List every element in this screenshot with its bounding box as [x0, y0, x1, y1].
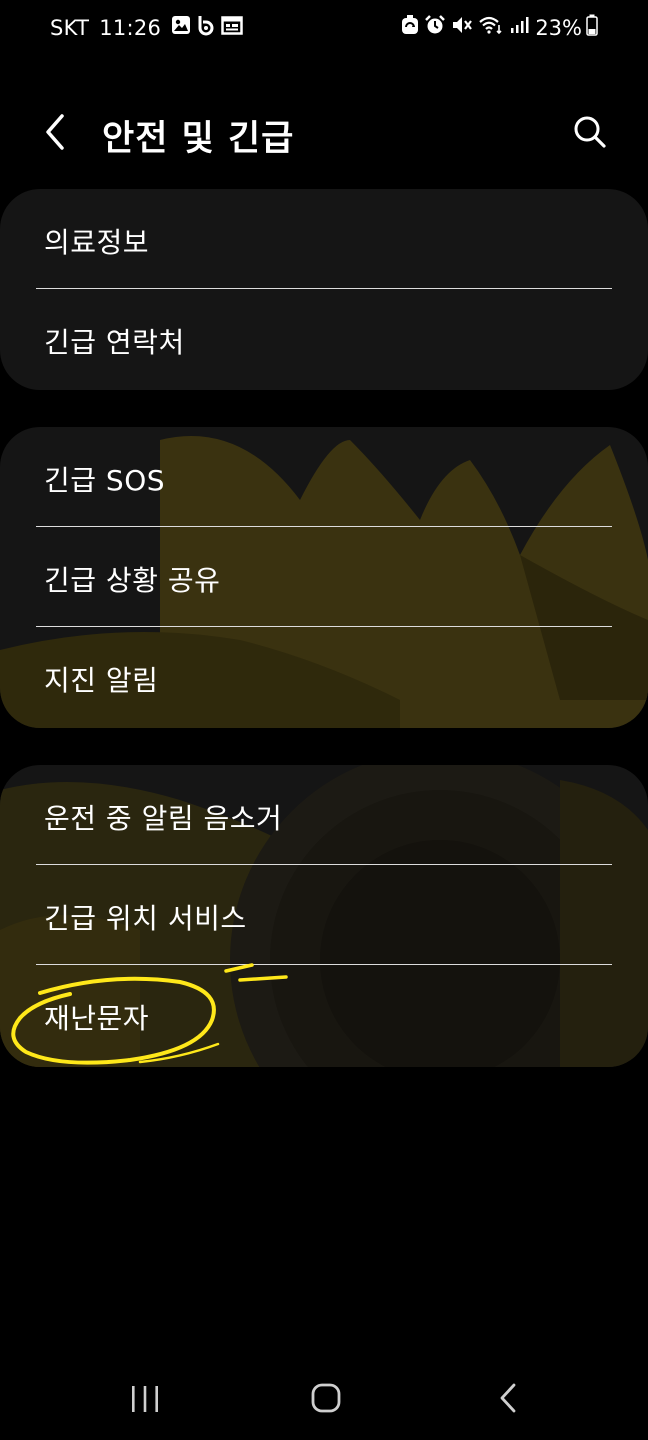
home-icon	[311, 1383, 341, 1413]
page-title: 안전 및 긴급	[102, 119, 295, 159]
calendar-icon	[221, 15, 243, 40]
signal-icon	[509, 15, 529, 40]
mute-icon	[451, 15, 473, 40]
menu-item-medical-info[interactable]: 의료정보	[0, 189, 648, 289]
menu-item-label: 지진 알림	[44, 664, 159, 697]
clock: 11:26	[99, 15, 162, 40]
menu-item-label: 운전 중 알림 음소거	[44, 802, 283, 835]
recents-button[interactable]	[121, 1378, 169, 1418]
carrier-label: SKT	[50, 15, 90, 40]
menu-item-emergency-location[interactable]: 긴급 위치 서비스	[0, 865, 648, 965]
back-icon	[500, 1383, 516, 1413]
menu-item-emergency-contacts[interactable]: 긴급 연락처	[0, 289, 648, 389]
menu-item-label: 긴급 연락처	[44, 326, 185, 359]
battery-icon	[586, 14, 598, 41]
settings-group-services: 운전 중 알림 음소거 긴급 위치 서비스 재난문자	[0, 765, 648, 1067]
menu-item-disaster-messages[interactable]: 재난문자	[0, 965, 648, 1065]
gallery-icon	[171, 15, 191, 40]
menu-item-emergency-sos[interactable]: 긴급 SOS	[0, 427, 648, 527]
alarm-icon	[425, 15, 446, 40]
wifi-icon	[479, 15, 503, 40]
chevron-left-icon	[46, 114, 64, 150]
navigation-bar	[0, 1360, 648, 1440]
menu-item-label: 의료정보	[44, 226, 150, 259]
menu-item-label: 재난문자	[44, 1002, 150, 1035]
settings-group-emergency: 긴급 SOS 긴급 상황 공유 지진 알림	[0, 427, 648, 728]
menu-item-earthquake-alerts[interactable]: 지진 알림	[0, 627, 648, 727]
settings-group-medical: 의료정보 긴급 연락처	[0, 189, 648, 390]
recents-icon	[132, 1386, 158, 1412]
status-bar: SKT 11:26 23%	[0, 0, 648, 56]
menu-item-driving-mute[interactable]: 운전 중 알림 음소거	[0, 765, 648, 865]
status-left: SKT 11:26	[50, 14, 249, 41]
recycle-icon	[401, 15, 419, 40]
app-header: 안전 및 긴급	[0, 92, 648, 172]
bixby-icon	[197, 14, 215, 41]
back-nav-button[interactable]	[484, 1378, 532, 1418]
menu-item-label: 긴급 위치 서비스	[44, 902, 247, 935]
menu-item-label: 긴급 상황 공유	[44, 564, 221, 597]
battery-percent: 23%	[535, 15, 582, 40]
search-button[interactable]	[568, 110, 612, 154]
home-button[interactable]	[302, 1378, 350, 1418]
menu-item-label: 긴급 SOS	[44, 464, 166, 497]
back-button[interactable]	[36, 108, 76, 156]
status-right: 23%	[401, 14, 604, 41]
search-icon	[574, 116, 606, 148]
menu-item-emergency-sharing[interactable]: 긴급 상황 공유	[0, 527, 648, 627]
